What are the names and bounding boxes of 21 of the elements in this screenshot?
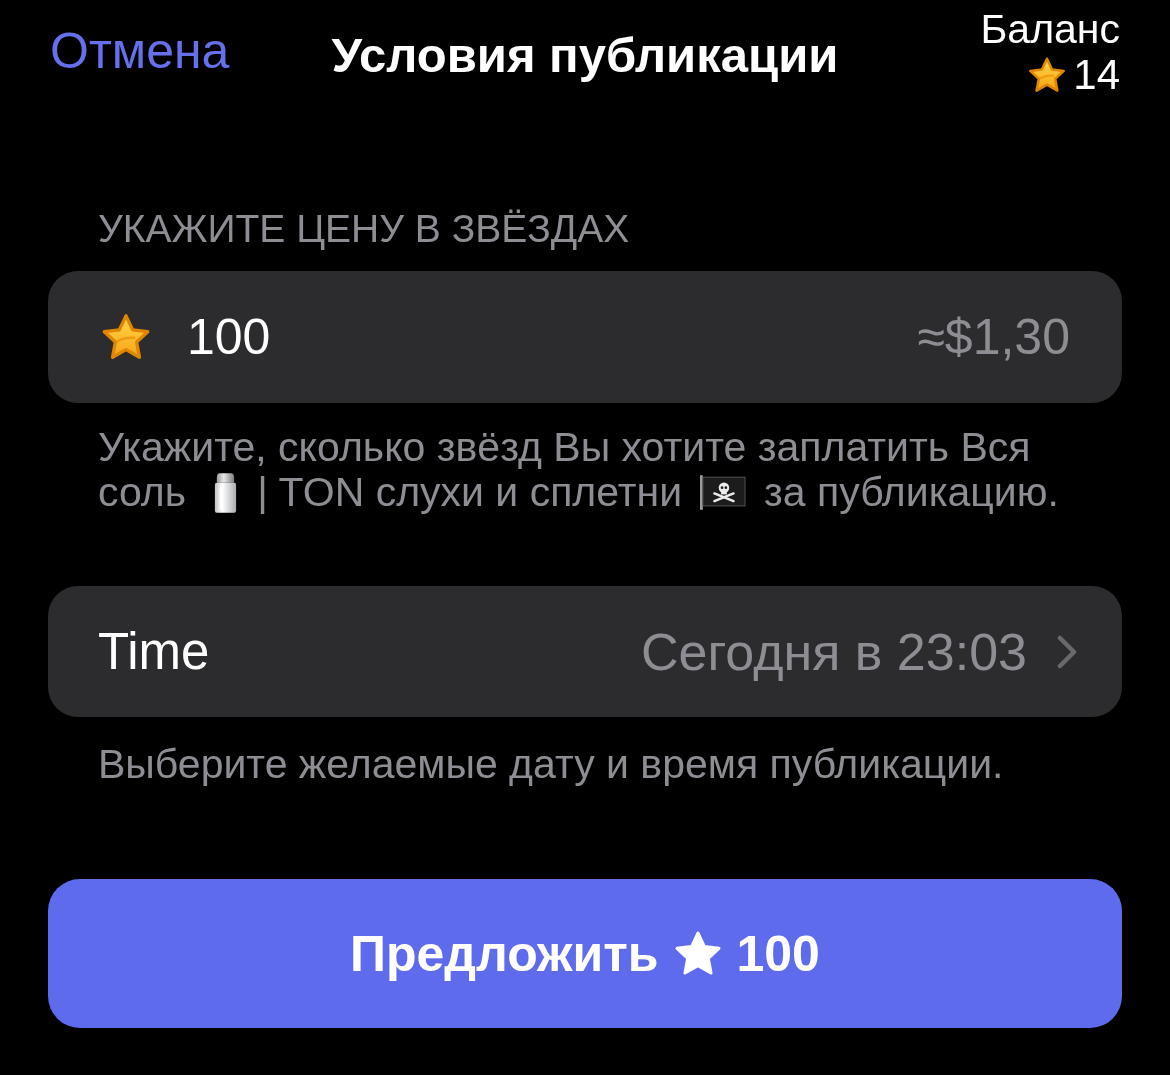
time-value: Сегодня в 23:03 — [641, 621, 1027, 682]
chevron-icon — [1057, 634, 1077, 669]
balance-label: Баланс — [980, 6, 1120, 52]
page-title: Условия публикации — [331, 27, 839, 83]
hint-text: Выберите желаемые дату и время публикации. — [98, 741, 1004, 787]
hint-text: | TON слухи и сплетни — [257, 470, 683, 515]
pirate-flag-icon — [700, 475, 747, 510]
balance-amount: 14 — [1073, 52, 1120, 98]
time-row[interactable]: Time Сегодня в 23:03 — [48, 586, 1122, 717]
star-icon — [100, 312, 152, 362]
star-icon — [1027, 56, 1068, 94]
converted-amount: ≈$1,30 — [917, 308, 1070, 366]
cancel-link[interactable]: Отмена — [50, 22, 230, 80]
time-label: Time — [98, 622, 210, 681]
star-icon — [672, 930, 723, 977]
hint-text: Укажите, сколько звёзд Вы хотите заплатить Вся — [98, 425, 1031, 470]
price-input[interactable]: 100 — [187, 308, 276, 366]
section-label: УКАЖИТЕ ЦЕНУ В ЗВЁЗДАХ — [98, 207, 630, 251]
offer-button[interactable]: Предложить 100 — [48, 879, 1122, 1028]
hint-text: соль — [98, 470, 187, 515]
hint-text: за публикацию. — [764, 470, 1059, 515]
